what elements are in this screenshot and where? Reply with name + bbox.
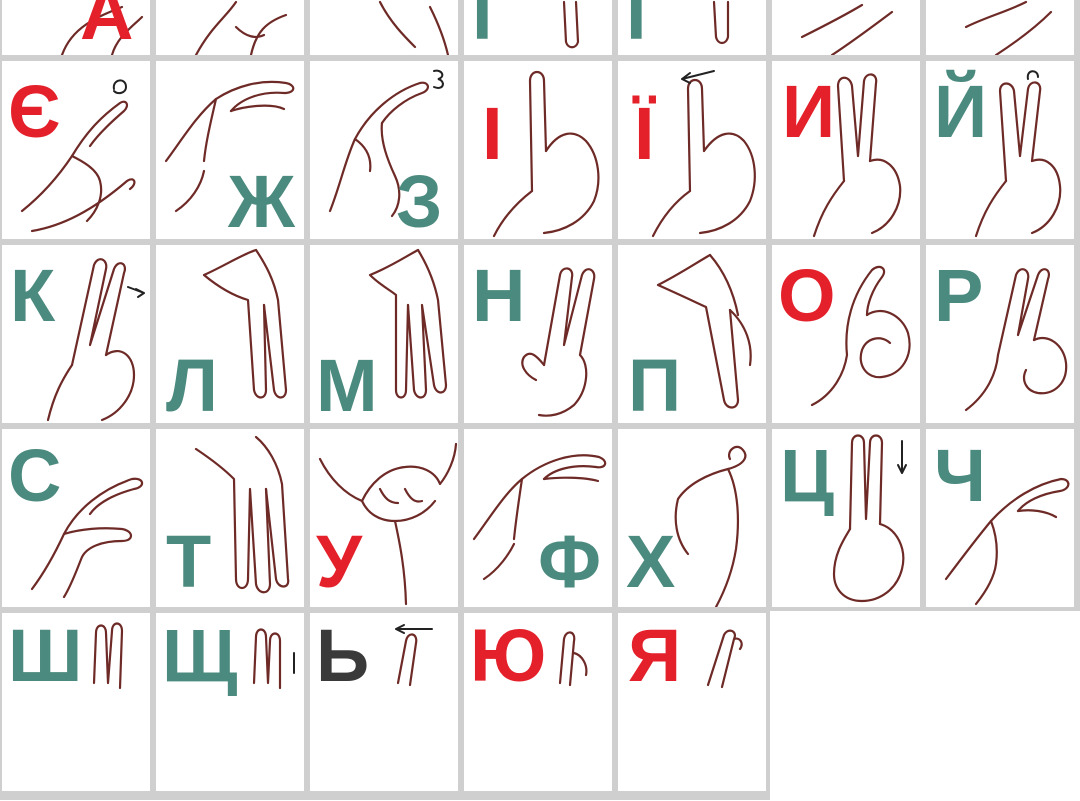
sign-cell-l: Л [154,243,306,425]
sign-cell-a: А [0,0,152,57]
sign-cell-u: У [308,427,460,609]
sign-cell-sh: Ш [0,611,152,793]
hand-sign-v-icon [378,0,450,55]
sign-cell-ye: Є [0,59,152,241]
sign-cell-yi: Ї [616,59,768,241]
sign-cell-i: І [462,59,614,241]
sign-cell-shch: Щ [154,611,306,793]
letter-a: А [80,0,134,55]
sign-cell-e [924,0,1076,57]
sign-cell-f: Ф [462,427,614,609]
blank-area [770,611,1080,801]
sign-cell-ch: Ч [924,427,1076,609]
letter-zh: Ж [228,160,295,241]
sign-cell-r: Р [924,243,1076,425]
letter-u: У [316,520,363,603]
sign-cell-g: Г [462,0,614,57]
letter-yi: Ї [634,92,655,175]
hand-sign-b-icon [194,0,288,55]
letter-o: О [778,254,836,337]
sign-cell-p: П [616,243,768,425]
sign-cell-zh: Ж [154,59,306,241]
letter-i: І [482,92,503,175]
sign-cell-kh: Х [616,427,768,609]
sign-cell-k: К [0,243,152,425]
hand-sign-d-icon [800,3,894,55]
sign-cell-gh: Ґ [616,0,768,57]
sign-alphabet-grid: А Г Ґ Є Ж З І Ї И Й К Л М Н П О Р С Т У … [0,0,1080,801]
letter-g: Г [472,0,514,55]
hand-sign-e-icon [964,0,1053,55]
letter-s: С [8,434,62,517]
sign-cell-ya: Я [616,611,768,793]
sign-cell-ts: Ц [770,427,922,609]
letter-k: К [10,254,56,337]
letter-y: И [782,70,836,153]
sign-cell-v [308,0,460,57]
sign-cell-z: З [308,59,460,241]
sign-cell-soft-sign: Ь [308,611,460,793]
letter-gh: Ґ [626,0,663,55]
sign-cell-m: М [308,243,460,425]
letter-ts: Ц [780,434,835,517]
letter-m: М [316,344,378,425]
letter-ya: Я [628,614,682,697]
sign-cell-b [154,0,306,57]
letter-kh: Х [626,520,676,603]
letter-l: Л [166,344,218,425]
letter-ye: Є [8,70,61,153]
sign-cell-n: Н [462,243,614,425]
letter-short-i: Й [934,70,988,153]
letter-shch: Щ [162,614,238,697]
sign-cell-o: О [770,243,922,425]
sign-cell-d [770,0,922,57]
letter-ch: Ч [934,434,986,517]
letter-p: П [628,344,682,425]
sign-cell-t: Т [154,427,306,609]
letter-r: Р [934,254,984,337]
letter-f: Ф [538,520,602,603]
sign-cell-y: И [770,59,922,241]
sign-cell-yu: Ю [462,611,614,793]
sign-cell-short-i: Й [924,59,1076,241]
letter-sh: Ш [8,614,83,697]
letter-t: Т [166,520,212,603]
letter-n: Н [472,254,526,337]
letter-z: З [396,160,443,241]
sign-cell-s: С [0,427,152,609]
letter-yu: Ю [470,614,547,697]
letter-soft-sign: Ь [316,614,370,697]
